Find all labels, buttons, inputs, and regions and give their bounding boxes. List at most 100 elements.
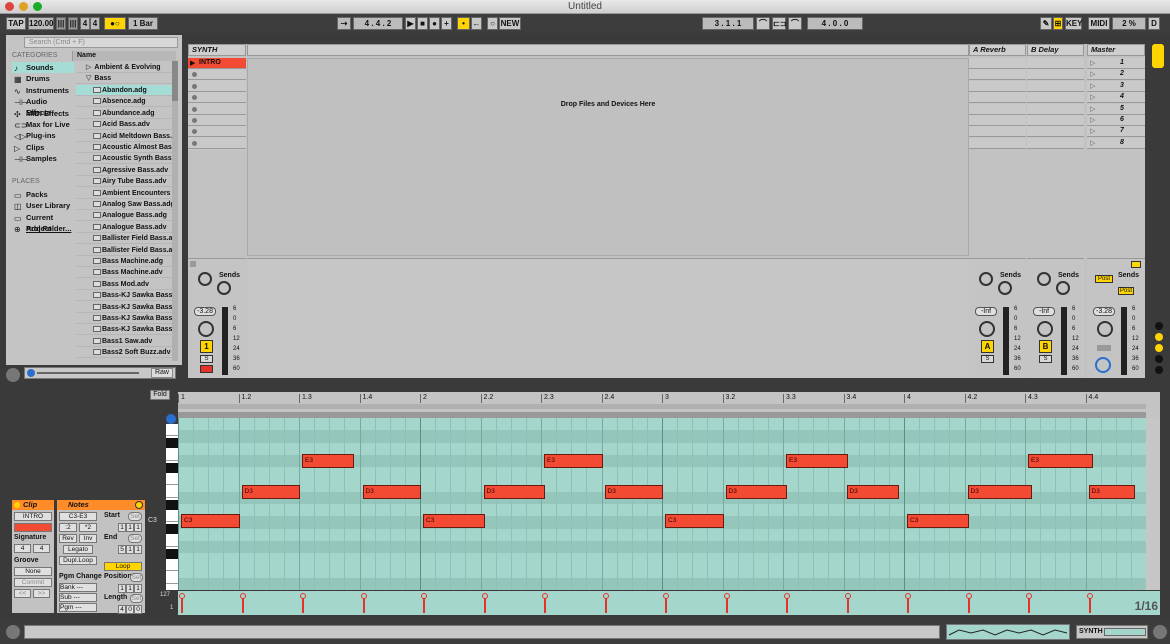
cue-volume-knob[interactable]	[1095, 357, 1111, 373]
browser-file-item[interactable]: Ballister Field Bass.a...	[76, 233, 174, 245]
black-key[interactable]	[166, 438, 178, 449]
clip-stop-icon[interactable]	[192, 118, 197, 123]
browser-file-item[interactable]: Absence.adg	[76, 96, 174, 108]
clip-stop-icon[interactable]	[192, 106, 197, 112]
velocity-marker[interactable]	[965, 593, 972, 613]
midi-note[interactable]: D3	[604, 485, 663, 499]
end-field[interactable]: 1	[134, 545, 142, 554]
category-sounds[interactable]: ♪ Sounds	[12, 62, 74, 73]
midi-note[interactable]: C3	[423, 514, 485, 528]
velocity-handle[interactable]	[360, 593, 367, 599]
browser-file-item[interactable]: Analogue Bass.adv	[76, 222, 174, 233]
clip-stop-icon[interactable]	[192, 129, 197, 135]
return-clip-slot[interactable]	[1027, 92, 1084, 104]
white-key[interactable]	[166, 572, 178, 584]
solo-button[interactable]: S	[200, 355, 213, 363]
clip-overview[interactable]	[946, 624, 1070, 640]
category-plug-ins[interactable]: ◁▷ Plug-ins	[12, 130, 74, 141]
browser-scrollbar[interactable]	[172, 61, 178, 361]
double-button[interactable]: *2	[79, 523, 97, 532]
view-toggle-icon[interactable]	[1152, 44, 1164, 68]
position-field[interactable]: 1	[126, 584, 134, 593]
browser-file-item[interactable]: Bass-KJ Sawka Bass...	[76, 313, 174, 324]
clip-stop-icon[interactable]	[192, 72, 197, 78]
reverse-button[interactable]: Rev	[59, 534, 77, 543]
track-activator-button[interactable]: 1	[200, 340, 213, 353]
return-clip-slot[interactable]	[1027, 126, 1084, 138]
white-key[interactable]	[166, 486, 178, 498]
velocity-handle[interactable]	[602, 593, 609, 599]
start-field[interactable]: 1	[118, 523, 126, 532]
return-clip-slot[interactable]	[1027, 80, 1084, 92]
return-clip-slot[interactable]	[1027, 103, 1084, 115]
midi-note[interactable]: D3	[1088, 485, 1135, 499]
return-send-knob[interactable]	[1056, 281, 1070, 295]
length-field[interactable]: 0	[126, 605, 134, 614]
velocity-marker[interactable]	[905, 593, 911, 613]
return-pan-knob[interactable]	[1037, 321, 1053, 337]
clip-slot[interactable]	[188, 69, 246, 81]
reenable-automation-icon[interactable]: ←	[471, 17, 482, 30]
velocity-handle[interactable]	[1086, 593, 1093, 599]
midi-note[interactable]: C3	[907, 514, 969, 528]
velocity-marker[interactable]	[360, 593, 367, 613]
midi-note[interactable]: D3	[967, 485, 1033, 499]
automation-arm-icon[interactable]: •	[457, 17, 470, 30]
browser-file-item[interactable]: Bass2 Soft Buzz.adv	[76, 347, 174, 359]
browser-file-item[interactable]: Abundance.adg	[76, 108, 174, 119]
return-clip-slot[interactable]	[1027, 69, 1084, 81]
velocity-marker[interactable]	[300, 593, 306, 613]
end-field[interactable]: 5	[118, 545, 126, 554]
scene-launch-button[interactable]: ▷ 3	[1087, 80, 1145, 92]
velocity-handle[interactable]	[844, 593, 851, 599]
clip-stop-icon[interactable]	[192, 95, 197, 101]
note-range-field[interactable]: C3-E3	[59, 512, 97, 521]
scene-launch-button[interactable]: ▷ 7	[1087, 126, 1145, 138]
velocity-handle[interactable]	[300, 593, 306, 599]
legato-button[interactable]: Legato	[63, 545, 93, 554]
velocity-handle[interactable]	[723, 593, 730, 599]
loop-length-field[interactable]: 4 . 0 . 0	[807, 17, 863, 30]
scene-launch-button[interactable]: ▷ 4	[1087, 92, 1145, 104]
return-clip-slot[interactable]	[969, 137, 1026, 149]
return-send-knob[interactable]	[979, 272, 993, 286]
track-header-b-delay[interactable]: B Delay	[1027, 44, 1084, 56]
loop-button[interactable]: Loop	[104, 562, 142, 571]
length-field[interactable]: 4	[118, 605, 126, 614]
draw-mode-icon[interactable]: ✎	[1040, 17, 1052, 30]
midi-note[interactable]: C3	[181, 514, 240, 528]
velocity-lane[interactable]: 1/16	[178, 591, 1160, 615]
return-clip-slot[interactable]	[969, 103, 1026, 115]
browser-file-item[interactable]: Abandon.adg	[76, 85, 174, 96]
return-send-knob[interactable]	[1037, 272, 1051, 286]
velocity-marker[interactable]	[1086, 593, 1093, 613]
return-clip-slot[interactable]	[1027, 115, 1084, 126]
black-key[interactable]	[166, 462, 178, 473]
position-field[interactable]: 1	[134, 584, 142, 593]
browser-folder[interactable]: ▷ Ambient & Evolving	[76, 62, 174, 73]
track-header-a-reverb[interactable]: A Reverb	[969, 44, 1026, 56]
bank-field[interactable]: Bank ---	[59, 583, 97, 592]
sub-bank-field[interactable]: Sub ---	[59, 593, 97, 602]
piano-roll-grid[interactable]: C3 D3 E3 D3 C3 D3 E3 D3 C3 D3 E3 D3 C3 D3 E3 D3	[178, 418, 1146, 590]
send-a-knob[interactable]	[198, 272, 212, 286]
velocity-marker[interactable]	[602, 593, 609, 613]
browser-file-item[interactable]: Bass-KJ Sawka Bass...	[76, 324, 174, 336]
new-button[interactable]: NEW	[499, 17, 521, 30]
clip-sig-num[interactable]: 4	[14, 544, 31, 553]
midi-map-button[interactable]: MIDI	[1088, 17, 1110, 30]
velocity-handle[interactable]	[481, 593, 488, 599]
midi-note[interactable]: C3	[665, 514, 724, 528]
nudge-icon[interactable]: |||	[56, 17, 66, 30]
browser-file-item[interactable]: Analogue Bass.adg	[76, 210, 174, 222]
signature-numerator[interactable]: 4	[80, 17, 90, 30]
category-instruments[interactable]: ∿ Instruments	[12, 85, 74, 96]
track-header-synth[interactable]: SYNTH	[188, 44, 246, 56]
velocity-marker[interactable]	[542, 593, 548, 613]
clip-sig-den[interactable]: 4	[33, 544, 50, 553]
browser-file-item[interactable]: Bass-KJ Sawka Bass...	[76, 290, 174, 302]
preview-icon[interactable]	[27, 369, 35, 377]
midi-note[interactable]: D3	[483, 485, 546, 499]
return-clip-slot[interactable]	[969, 126, 1026, 138]
clip-slot-intro[interactable]: ▶ INTRO	[188, 58, 246, 69]
